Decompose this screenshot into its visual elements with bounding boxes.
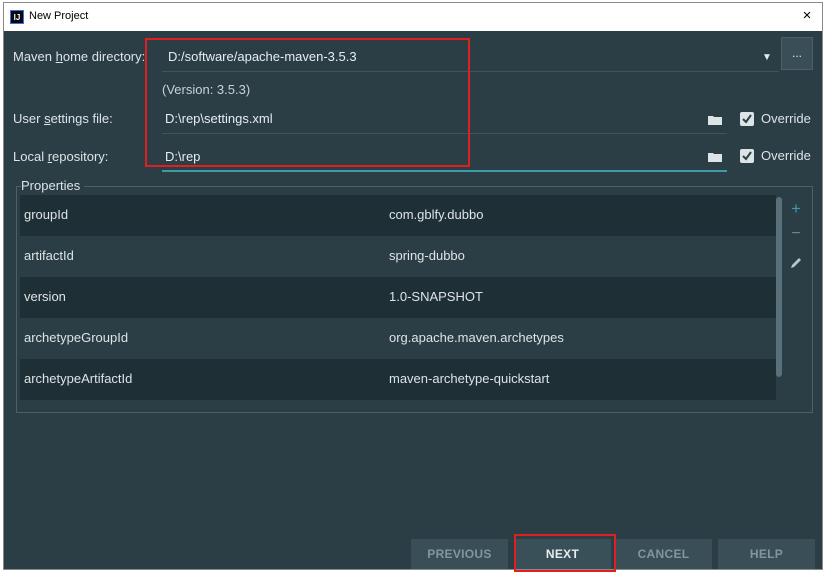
maven-home-label: Maven home directory: — [13, 49, 146, 64]
help-button[interactable]: HELP — [718, 539, 815, 569]
table-row[interactable]: archetypeGroupId org.apache.maven.archet… — [20, 318, 776, 359]
minus-icon[interactable]: − — [789, 225, 803, 243]
folder-icon[interactable] — [708, 115, 722, 125]
property-value: 1.0-SNAPSHOT — [389, 289, 483, 304]
user-settings-override-checkbox[interactable] — [740, 112, 754, 126]
new-project-dialog: IJ New Project × Maven home directory: D… — [3, 2, 823, 572]
next-highlight-box — [514, 534, 616, 572]
property-key: archetypeGroupId — [24, 330, 129, 345]
table-row[interactable]: version 1.0-SNAPSHOT — [20, 277, 776, 318]
property-value: spring-dubbo — [389, 248, 465, 263]
dialog-content: Maven home directory: D:/software/apache… — [4, 31, 822, 572]
dropdown-arrow-icon[interactable]: ▼ — [762, 52, 772, 63]
table-scrollbar[interactable] — [776, 197, 782, 377]
table-row[interactable]: artifactId spring-dubbo — [20, 236, 776, 277]
cancel-button[interactable]: CANCEL — [615, 539, 712, 569]
local-repo-override-checkbox[interactable] — [740, 149, 754, 163]
checkbox-checked-icon — [742, 151, 752, 161]
intellij-icon: IJ — [10, 10, 24, 24]
browse-button[interactable]: ... — [781, 37, 813, 70]
property-value: org.apache.maven.archetypes — [389, 330, 564, 345]
property-key: groupId — [24, 207, 69, 222]
previous-button[interactable]: PREVIOUS — [411, 539, 508, 569]
properties-title: Properties — [21, 178, 84, 193]
properties-table: groupId com.gblfy.dubbo artifactId sprin… — [20, 195, 776, 400]
property-key: version — [24, 289, 66, 304]
pencil-icon[interactable] — [790, 256, 803, 269]
highlight-box — [145, 38, 470, 167]
user-settings-label: User settings file: — [13, 111, 113, 126]
property-value: maven-archetype-quickstart — [389, 371, 550, 386]
title-bar: IJ New Project × — [4, 3, 822, 31]
table-row[interactable]: groupId com.gblfy.dubbo — [20, 195, 776, 236]
folder-icon[interactable] — [708, 152, 722, 162]
property-value: com.gblfy.dubbo — [389, 207, 484, 222]
property-key: archetypeArtifactId — [24, 371, 133, 386]
local-repo-label: Local repository: — [13, 149, 109, 164]
user-settings-override-label: Override — [761, 111, 811, 126]
property-key: artifactId — [24, 248, 74, 263]
window-title: New Project — [29, 10, 89, 22]
local-repo-override-label: Override — [761, 148, 811, 163]
checkbox-checked-icon — [742, 114, 752, 124]
table-row[interactable]: archetypeArtifactId maven-archetype-quic… — [20, 359, 776, 400]
local-repo-underline — [162, 170, 727, 172]
close-icon[interactable]: × — [798, 7, 816, 25]
plus-icon[interactable]: + — [789, 199, 803, 219]
